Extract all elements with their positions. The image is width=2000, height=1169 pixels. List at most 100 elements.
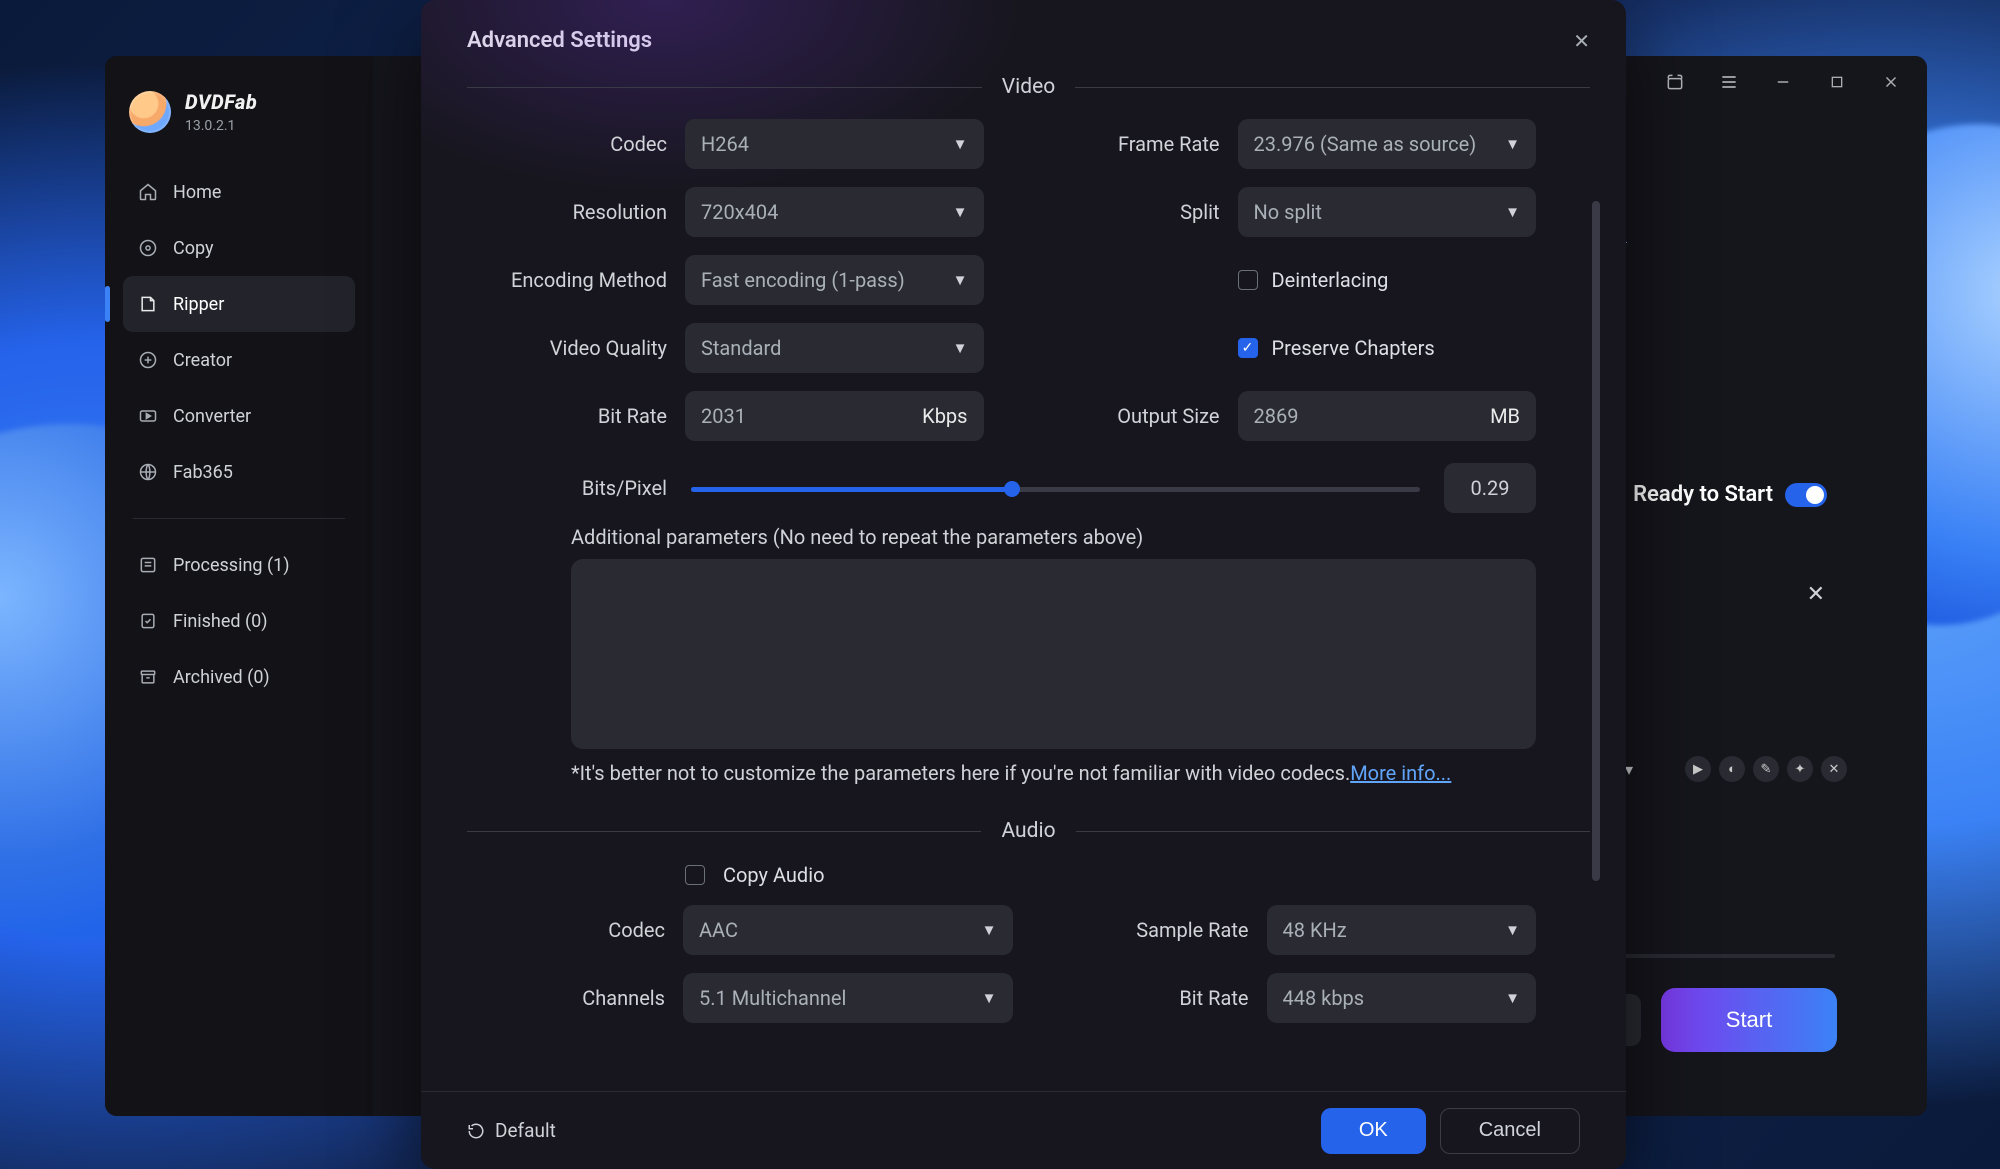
codec-label: Codec xyxy=(467,132,667,156)
edit-icon[interactable]: ✎ xyxy=(1753,756,1779,782)
bitrate-label: Bit Rate xyxy=(467,404,667,428)
encoding-method-select[interactable]: Fast encoding (1-pass) ▼ xyxy=(685,255,984,305)
sidebar-item-processing[interactable]: Processing (1) xyxy=(123,537,355,593)
split-select[interactable]: No split ▼ xyxy=(1238,187,1537,237)
sidebar-item-fab365[interactable]: Fab365 xyxy=(123,444,355,500)
sidebar-item-label: Archived (0) xyxy=(173,667,270,688)
section-video: Video xyxy=(467,75,1590,99)
resolution-label: Resolution xyxy=(467,200,667,224)
mini-tools: ▾ ▶ ◐ ✎ ✦ ✕ xyxy=(1625,756,1847,782)
codec-warning-note: *It's better not to customize the parame… xyxy=(571,761,1590,785)
additional-params-textarea[interactable] xyxy=(571,559,1536,749)
select-value: 23.976 (Same as source) xyxy=(1254,132,1477,156)
preserve-chapters-checkbox[interactable]: ✓ xyxy=(1238,338,1258,358)
chevron-down-icon: ▼ xyxy=(1505,203,1520,221)
creator-icon xyxy=(137,349,159,371)
chevron-down-icon: ▼ xyxy=(982,921,997,939)
copy-audio-checkbox[interactable] xyxy=(685,865,705,885)
settings-mini-icon[interactable]: ✦ xyxy=(1787,756,1813,782)
copy-audio-label: Copy Audio xyxy=(723,863,824,887)
dialog-title: Advanced Settings xyxy=(467,28,652,53)
disc-copy-icon xyxy=(137,237,159,259)
close-icon[interactable] xyxy=(1877,68,1905,96)
additional-params-label: Additional parameters (No need to repeat… xyxy=(571,525,1590,549)
remove-item-icon[interactable]: ✕ xyxy=(1807,582,1825,607)
chevron-down-icon: ▼ xyxy=(1505,989,1520,1007)
ready-to-start: Ready to Start xyxy=(1633,482,1827,507)
chevron-down-icon: ▼ xyxy=(953,135,968,153)
preview-icon[interactable]: ◐ xyxy=(1719,756,1745,782)
minimize-icon[interactable] xyxy=(1769,68,1797,96)
output-size-input[interactable]: 2869 MB xyxy=(1238,391,1537,441)
select-value: H264 xyxy=(701,132,749,156)
chevron-down-icon[interactable]: ▾ xyxy=(1625,760,1649,779)
output-unit: MB xyxy=(1490,404,1520,428)
brand-name: DVDFab xyxy=(185,90,257,114)
sidebar-item-creator[interactable]: Creator xyxy=(123,332,355,388)
video-codec-select[interactable]: H264 ▼ xyxy=(685,119,984,169)
select-value: 48 KHz xyxy=(1283,918,1347,942)
delete-icon[interactable]: ✕ xyxy=(1821,756,1847,782)
sidebar: DVDFab 13.0.2.1 Home Copy Ri xyxy=(105,56,373,1116)
bits-pixel-label: Bits/Pixel xyxy=(467,476,667,500)
sidebar-item-ripper[interactable]: Ripper xyxy=(123,276,355,332)
sidebar-item-label: Home xyxy=(173,182,221,203)
section-video-label: Video xyxy=(1002,75,1055,99)
preserve-chapters-label: Preserve Chapters xyxy=(1272,336,1435,360)
sidebar-nav: Home Copy Ripper Creator xyxy=(123,164,355,705)
sidebar-item-copy[interactable]: Copy xyxy=(123,220,355,276)
sidebar-item-label: Creator xyxy=(173,350,232,371)
sidebar-divider xyxy=(133,518,345,519)
reset-default-button[interactable]: Default xyxy=(467,1119,556,1142)
framerate-select[interactable]: 23.976 (Same as source) ▼ xyxy=(1238,119,1537,169)
chevron-down-icon: ▼ xyxy=(1505,135,1520,153)
start-button[interactable]: Start xyxy=(1661,988,1837,1052)
sidebar-item-archived[interactable]: Archived (0) xyxy=(123,649,355,705)
sidebar-item-label: Fab365 xyxy=(173,462,233,483)
close-icon[interactable]: ✕ xyxy=(1573,29,1590,53)
shop-icon[interactable] xyxy=(1661,68,1689,96)
dialog-body: Video Codec H264 ▼ Resolution xyxy=(421,69,1626,1091)
dialog-header: Advanced Settings ✕ xyxy=(421,0,1626,69)
select-value: No split xyxy=(1254,200,1322,224)
audio-bitrate-select[interactable]: 448 kbps ▼ xyxy=(1267,973,1537,1023)
video-bitrate-input[interactable]: 2031 Kbps xyxy=(685,391,984,441)
ready-toggle[interactable] xyxy=(1785,483,1827,507)
audio-codec-select[interactable]: AAC ▼ xyxy=(683,905,1013,955)
maximize-icon[interactable] xyxy=(1823,68,1851,96)
brand: DVDFab 13.0.2.1 xyxy=(123,90,355,158)
select-value: AAC xyxy=(699,918,738,942)
sidebar-item-label: Ripper xyxy=(173,294,224,315)
menu-icon[interactable] xyxy=(1715,68,1743,96)
output-size-label: Output Size xyxy=(1020,404,1220,428)
advanced-settings-dialog: Advanced Settings ✕ Video Codec H264 ▼ xyxy=(421,0,1626,1169)
bits-pixel-slider[interactable] xyxy=(691,478,1420,498)
sidebar-item-converter[interactable]: Converter xyxy=(123,388,355,444)
sample-rate-select[interactable]: 48 KHz ▼ xyxy=(1267,905,1537,955)
resolution-select[interactable]: 720x404 ▼ xyxy=(685,187,984,237)
more-info-link[interactable]: More info... xyxy=(1350,761,1451,785)
channels-select[interactable]: 5.1 Multichannel ▼ xyxy=(683,973,1013,1023)
section-audio-label: Audio xyxy=(1001,819,1055,843)
sidebar-item-home[interactable]: Home xyxy=(123,164,355,220)
chevron-down-icon: ▼ xyxy=(953,339,968,357)
select-value: Fast encoding (1-pass) xyxy=(701,268,905,292)
select-value: Standard xyxy=(701,336,781,360)
video-quality-select[interactable]: Standard ▼ xyxy=(685,323,984,373)
brand-version: 13.0.2.1 xyxy=(185,118,257,134)
scrollbar[interactable] xyxy=(1592,201,1600,881)
bits-pixel-value[interactable]: 0.29 xyxy=(1444,463,1536,513)
footer-actions: Start xyxy=(1589,988,1837,1052)
deinterlacing-checkbox[interactable] xyxy=(1238,270,1258,290)
video-quality-label: Video Quality xyxy=(467,336,667,360)
cancel-button[interactable]: Cancel xyxy=(1440,1108,1580,1154)
input-value: 2869 xyxy=(1254,404,1299,428)
sidebar-item-label: Finished (0) xyxy=(173,611,268,632)
play-icon[interactable]: ▶ xyxy=(1685,756,1711,782)
ok-button[interactable]: OK xyxy=(1321,1108,1426,1154)
sidebar-item-finished[interactable]: Finished (0) xyxy=(123,593,355,649)
split-label: Split xyxy=(1020,200,1220,224)
section-audio: Audio xyxy=(467,819,1590,843)
chevron-down-icon: ▼ xyxy=(1505,921,1520,939)
processing-icon xyxy=(137,554,159,576)
